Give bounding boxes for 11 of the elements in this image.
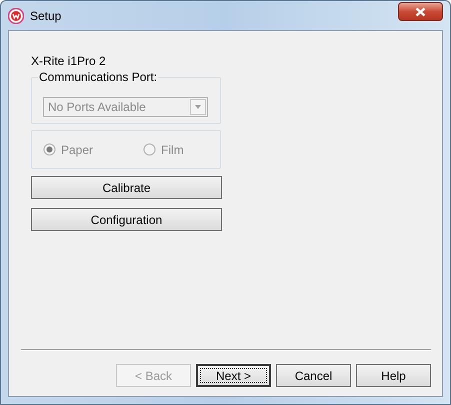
action-button[interactable]: Calibrate xyxy=(31,176,222,199)
action-button[interactable]: Configuration xyxy=(31,208,222,231)
group-label: Communications Port: xyxy=(38,70,158,84)
dialog-button[interactable]: Help xyxy=(356,364,431,387)
logo-icon xyxy=(8,8,24,24)
device-label: X-Rite i1Pro 2 xyxy=(31,54,107,68)
close-button[interactable] xyxy=(398,2,443,21)
dialog-button[interactable]: Next > xyxy=(196,364,271,387)
window-title: Setup xyxy=(30,8,62,24)
dialog-button[interactable]: Cancel xyxy=(276,364,351,387)
close-icon xyxy=(415,6,426,16)
